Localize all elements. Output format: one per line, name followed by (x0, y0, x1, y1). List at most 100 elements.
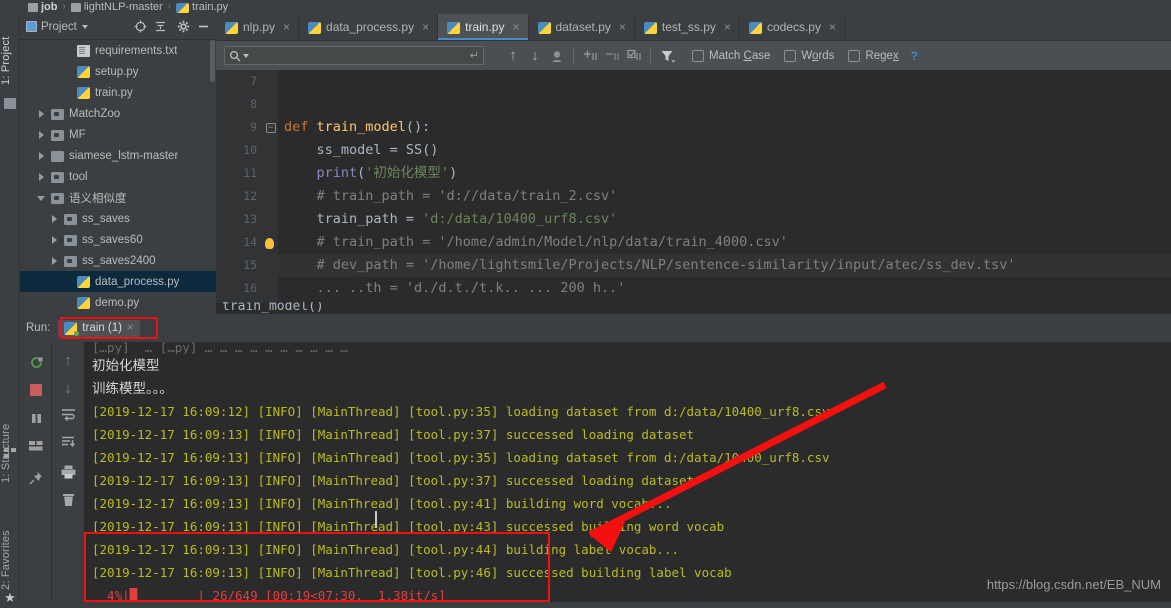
tree-item-setup.py[interactable]: setup.py (20, 61, 216, 82)
chevron-right-icon[interactable] (37, 130, 46, 139)
pause-icon[interactable] (28, 410, 44, 426)
chevron-down-icon[interactable] (243, 53, 249, 58)
fold-toggle-icon[interactable] (252, 240, 262, 250)
rerun-icon[interactable] (28, 354, 44, 370)
code-line[interactable]: ss_model = SS() (278, 139, 1171, 162)
code-line[interactable]: def train_model(): (278, 116, 1171, 139)
code-line[interactable]: train_path = 'd:/data/10400_urf8.csv' (278, 208, 1171, 231)
regex-label-mnemonic: x (892, 49, 899, 62)
editor-tab-dataset.py[interactable]: dataset.py × (529, 14, 635, 40)
editor-tab-test_ss.py[interactable]: test_ss.py × (635, 14, 740, 40)
close-icon[interactable]: × (512, 20, 519, 34)
project-tree[interactable]: requirements.txt setup.py train.py MatchZoo… (20, 40, 216, 314)
breadcrumb-item-1[interactable]: lightNLP-master (70, 0, 163, 14)
text-file-icon (77, 45, 90, 57)
python-file-icon (537, 21, 551, 34)
tree-item-siamese_lstm-master[interactable]: siamese_lstm-master (20, 145, 216, 166)
tree-item-MatchZoo[interactable]: MatchZoo (20, 103, 216, 124)
project-panel: Project requirements.txt setup.py train.py… (20, 14, 216, 314)
project-icon (26, 21, 37, 32)
hide-panel-icon[interactable] (194, 18, 212, 36)
sidebar-item-project[interactable]: 1: Project (0, 30, 20, 92)
editor-code-area[interactable]: def train_model(): ss_model = SS() print… (278, 70, 1171, 314)
code-line[interactable] (278, 93, 1171, 116)
soft-wrap-icon[interactable] (60, 406, 76, 422)
chevron-down-icon[interactable] (37, 193, 46, 202)
console-line: 初始化模型 (84, 354, 1171, 377)
scroll-down-icon[interactable]: ↓ (60, 380, 76, 397)
close-icon[interactable]: × (829, 20, 836, 34)
pin-icon[interactable] (28, 470, 44, 486)
chevron-right-icon[interactable] (50, 214, 59, 223)
tree-item-ss_saves60[interactable]: ss_saves60 (20, 229, 216, 250)
project-tree-scrollbar[interactable] (210, 40, 215, 82)
tree-item-MF[interactable]: MF (20, 124, 216, 145)
print-icon[interactable] (60, 464, 76, 480)
editor-tab-nlp.py[interactable]: nlp.py × (216, 14, 300, 40)
code-line[interactable] (278, 70, 1171, 93)
code-line[interactable]: ... ..th = 'd./d.t./t.k.. ... 200 h..' (278, 277, 1171, 300)
run-toolbar-left (20, 342, 52, 608)
code-line[interactable]: # dev_path = '/home/lightsmile/Projects/… (278, 254, 1171, 277)
tree-item-ss_saves[interactable]: ss_saves (20, 208, 216, 229)
stop-icon[interactable] (28, 382, 44, 398)
collapse-all-icon[interactable] (151, 18, 169, 36)
trash-icon[interactable] (60, 492, 76, 508)
editor-tab-label: test_ss.py (661, 20, 716, 34)
tree-item-tool[interactable]: tool (20, 166, 216, 187)
tree-item-requirements.txt[interactable]: requirements.txt (20, 40, 216, 61)
find-next-icon[interactable]: ↓ (524, 45, 546, 67)
words-checkbox[interactable]: Words (784, 49, 834, 62)
code-line[interactable]: print('初始化模型') (278, 162, 1171, 185)
scroll-to-end-icon[interactable] (60, 434, 76, 450)
regex-checkbox[interactable]: Regex (848, 49, 899, 62)
gear-icon[interactable] (174, 18, 192, 36)
intention-bulb-icon[interactable] (265, 238, 274, 249)
tree-item-data_process.py[interactable]: data_process.py (20, 271, 216, 292)
layout-icon[interactable] (28, 438, 44, 454)
tree-item-demo.py[interactable]: demo.py (20, 292, 216, 313)
code-line[interactable]: # train_path = '/home/admin/Model/nlp/da… (278, 231, 1171, 254)
editor-fold-column[interactable]: − (264, 70, 278, 314)
close-icon[interactable]: × (283, 20, 290, 34)
match-case-checkbox[interactable]: Match Case (692, 49, 770, 62)
breadcrumb-item-2[interactable]: train.py (176, 0, 228, 14)
sidebar-item-favorites[interactable]: 2: Favorites (0, 522, 20, 598)
code-line[interactable]: # train_path = 'd://data/train_2.csv' (278, 185, 1171, 208)
select-all-occurrences-icon[interactable] (546, 45, 568, 67)
editor-tab-codecs.py[interactable]: codecs.py × (740, 14, 845, 40)
search-icon (229, 50, 241, 61)
line-number: 8 (250, 97, 257, 111)
editor-tab-train.py[interactable]: train.py × (438, 14, 529, 40)
chevron-right-icon[interactable] (37, 172, 46, 181)
regex-help-icon[interactable]: ? (911, 49, 918, 63)
run-console-output[interactable]: […py] … […py] … … … … … … … … … … 初始化模型 训练… (84, 342, 1171, 608)
add-selection-icon[interactable] (579, 45, 601, 67)
scroll-up-icon[interactable]: ↑ (60, 352, 76, 369)
filter-icon[interactable] (656, 45, 678, 67)
close-icon[interactable]: × (724, 20, 731, 34)
select-all-icon[interactable] (623, 45, 645, 67)
tree-item-train.py[interactable]: train.py (20, 82, 216, 103)
editor-tab-data_process.py[interactable]: data_process.py × (299, 14, 439, 40)
remove-selection-icon[interactable] (601, 45, 623, 67)
tree-item-语义相似度[interactable]: 语义相似度 (20, 187, 216, 208)
tree-item-label: ss_saves2400 (82, 254, 156, 267)
close-icon[interactable]: × (619, 20, 626, 34)
chevron-right-icon[interactable] (50, 235, 59, 244)
console-line-text: 初始化模型 (92, 358, 160, 374)
find-previous-icon[interactable]: ↑ (502, 45, 524, 67)
close-icon[interactable]: × (127, 322, 134, 334)
chevron-right-icon[interactable] (37, 109, 46, 118)
close-icon[interactable]: × (422, 20, 429, 34)
project-panel-title-button[interactable]: Project (26, 21, 88, 33)
search-input[interactable]: ↵ (224, 46, 484, 65)
fold-toggle-icon[interactable]: − (266, 123, 276, 133)
tree-item-ss_saves2400[interactable]: ss_saves2400 (20, 250, 216, 271)
run-tab-train[interactable]: train (1) × (58, 319, 140, 337)
breadcrumb-item-0[interactable]: job (28, 0, 58, 14)
code-editor[interactable]: 7 8 9 10 11 12 13 14 15 16 − def train_model(): s… (216, 70, 1171, 314)
chevron-right-icon[interactable] (50, 256, 59, 265)
chevron-right-icon[interactable] (37, 151, 46, 160)
locate-icon[interactable] (131, 18, 149, 36)
